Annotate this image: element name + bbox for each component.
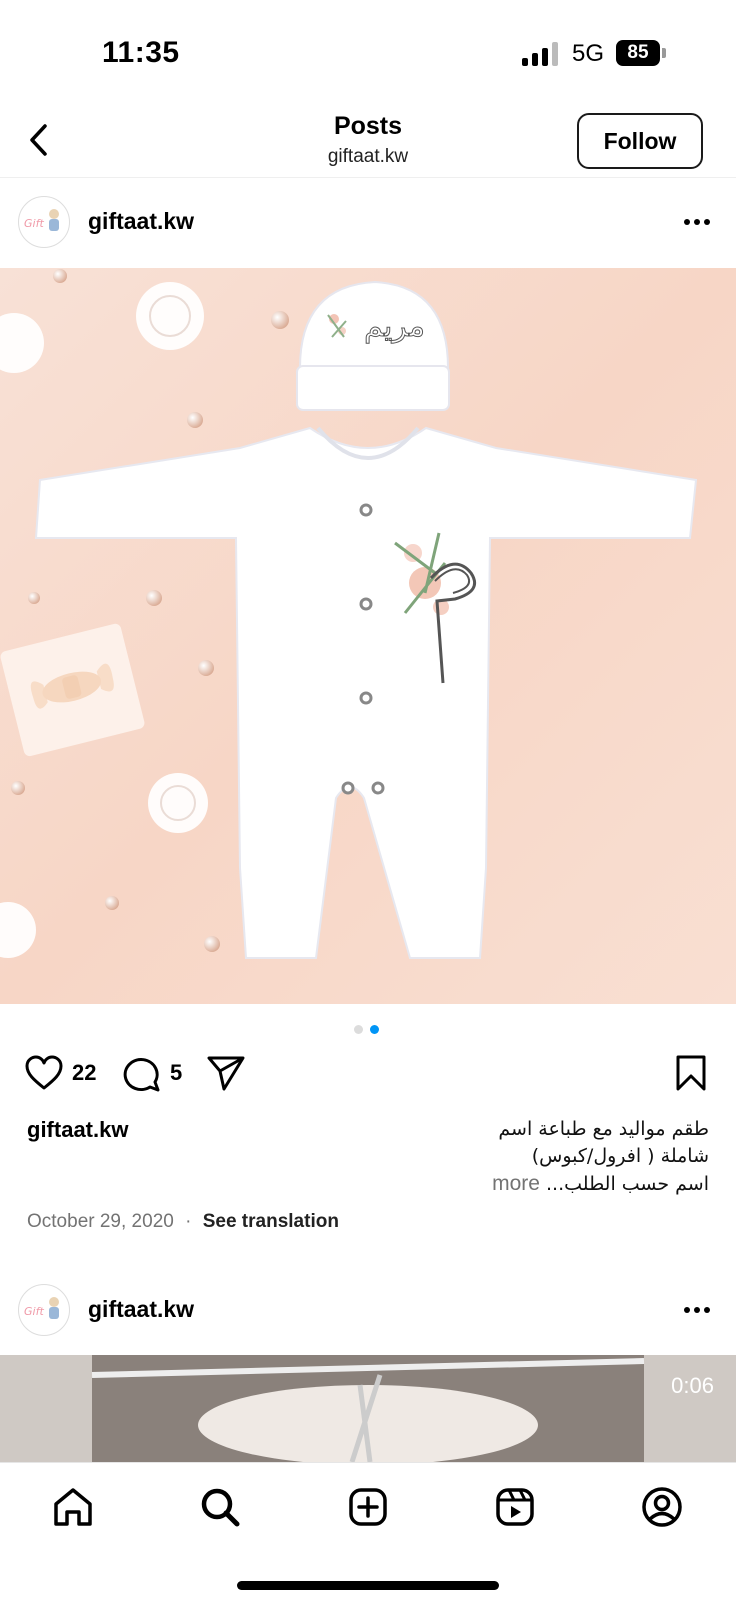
more-options-icon[interactable] [684, 1304, 716, 1316]
avatar[interactable]: Gift [18, 1284, 70, 1336]
heart-icon [25, 1055, 63, 1090]
brand-logo-icon: Gift [22, 200, 66, 244]
avatar[interactable]: Gift [18, 196, 70, 248]
post-date: October 29, 2020 [27, 1211, 174, 1232]
search-icon [201, 1488, 240, 1527]
battery-icon: 85 [616, 40, 666, 66]
carousel-indicator [354, 1025, 384, 1035]
caption-line: طقم مواليد مع طباعة اسم [498, 1118, 709, 1140]
comment-count: 5 [170, 1060, 183, 1085]
nav-header: Posts giftaat.kw Follow [0, 100, 736, 178]
tab-profile[interactable] [638, 1483, 686, 1531]
like-button[interactable]: 22 [24, 1054, 96, 1092]
bottom-tab-bar [0, 1462, 736, 1600]
status-time: 11:35 [102, 36, 180, 69]
tab-home[interactable] [49, 1483, 97, 1531]
comment-button[interactable]: 5 [122, 1054, 182, 1092]
svg-text:Gift: Gift [24, 1305, 44, 1318]
caption-line: اسم حسب الطلب... [546, 1173, 709, 1195]
caption-line: شاملة ( افرول/كبوس) [531, 1145, 709, 1167]
profile-icon [642, 1487, 682, 1527]
like-count: 22 [72, 1060, 97, 1085]
carousel-dot [354, 1025, 363, 1034]
baby-outfit-photo: مريم [0, 268, 736, 1004]
create-icon [349, 1488, 387, 1526]
post-meta: October 29, 2020 · See translation [27, 1211, 339, 1233]
post-header: Gift giftaat.kw [0, 178, 736, 266]
tab-reels[interactable] [491, 1483, 539, 1531]
hat-print-text: مريم [364, 309, 425, 344]
caption-username[interactable]: giftaat.kw [27, 1117, 128, 1143]
carousel-dot-active [370, 1025, 379, 1034]
video-thumbnail [0, 1355, 736, 1462]
see-translation-link[interactable]: See translation [203, 1211, 339, 1232]
meta-separator: · [185, 1211, 192, 1232]
home-icon [54, 1488, 92, 1526]
post-username[interactable]: giftaat.kw [88, 208, 194, 235]
comment-icon [123, 1058, 160, 1092]
follow-button[interactable]: Follow [577, 113, 703, 169]
post-caption: طقم مواليد مع طباعة اسم شاملة ( افرول/كب… [379, 1116, 709, 1198]
post-actions: 22 5 [0, 1052, 736, 1100]
next-post-header: Gift giftaat.kw [0, 1266, 736, 1354]
tab-search[interactable] [196, 1483, 244, 1531]
battery-level: 85 [616, 40, 660, 66]
svg-text:Gift: Gift [24, 217, 44, 230]
home-indicator [237, 1581, 499, 1590]
reels-icon [496, 1488, 534, 1526]
network-type: 5G [572, 40, 605, 67]
video-preview[interactable]: 0:06 [0, 1355, 736, 1462]
tab-create[interactable] [344, 1483, 392, 1531]
more-link[interactable]: more [492, 1172, 540, 1195]
post-image[interactable]: مريم [0, 268, 736, 1004]
post-username[interactable]: giftaat.kw [88, 1296, 194, 1323]
status-bar: 11:35 5G 85 [0, 0, 736, 100]
signal-icon [522, 42, 560, 66]
bookmark-icon [676, 1055, 706, 1091]
send-icon [207, 1056, 245, 1091]
share-button[interactable] [206, 1054, 246, 1092]
save-button[interactable] [674, 1054, 708, 1092]
brand-logo-icon: Gift [22, 1288, 66, 1332]
more-options-icon[interactable] [684, 216, 716, 228]
video-duration: 0:06 [671, 1373, 714, 1398]
